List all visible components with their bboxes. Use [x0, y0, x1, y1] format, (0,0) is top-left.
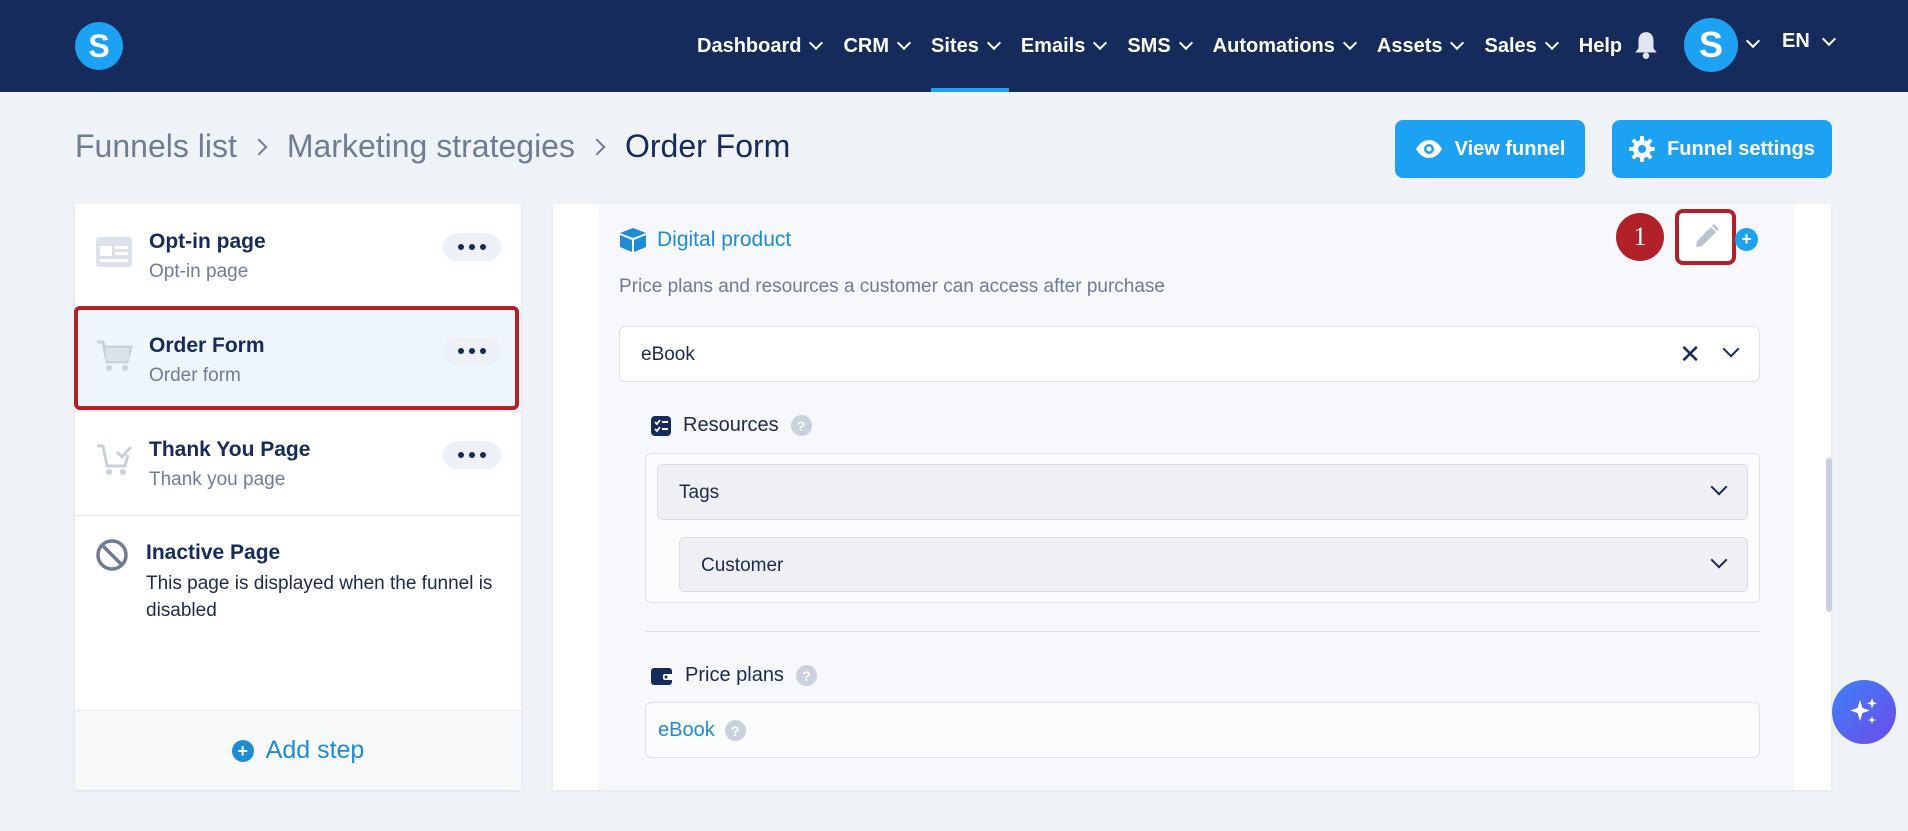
nav-item-dashboard[interactable]: Dashboard — [697, 0, 831, 92]
price-plans-label: Price plans ? — [651, 664, 817, 687]
wallet-icon — [651, 667, 673, 685]
top-navigation-bar: S Dashboard CRM Sites Emails SMS Automat… — [0, 0, 1908, 92]
add-step-button[interactable]: + Add step — [75, 710, 521, 790]
checklist-icon — [651, 415, 671, 436]
sparkles-icon — [1850, 698, 1877, 724]
nav-item-sales[interactable]: Sales — [1484, 0, 1566, 92]
price-plan-name: eBook — [658, 719, 715, 741]
app-logo[interactable]: S — [75, 22, 123, 70]
chevron-down-icon — [809, 35, 824, 51]
price-plan-link[interactable]: eBook ? — [658, 719, 746, 742]
selected-product-value: eBook — [641, 344, 695, 365]
language-selector[interactable]: EN — [1782, 30, 1836, 53]
cart-icon — [97, 340, 133, 371]
resources-label-text: Resources — [683, 414, 779, 436]
breadcrumb-marketing-strategies[interactable]: Marketing strategies — [287, 128, 575, 165]
funnel-settings-button[interactable]: Funnel settings — [1612, 120, 1832, 178]
funnel-settings-label: Funnel settings — [1667, 137, 1815, 160]
step-subtitle: Order form — [149, 365, 241, 386]
help-icon[interactable]: ? — [795, 665, 817, 686]
section-divider — [645, 631, 1760, 632]
inactive-page-description: This page is displayed when the funnel i… — [146, 573, 493, 621]
chevron-down-icon — [1178, 35, 1193, 51]
inactive-page-title: Inactive Page — [146, 541, 281, 564]
user-avatar[interactable]: S — [1684, 18, 1738, 72]
plus-circle-icon: + — [231, 739, 254, 762]
add-product-button[interactable]: + — [1735, 228, 1758, 251]
help-icon[interactable]: ? — [790, 415, 812, 436]
step-subtitle: Opt-in page — [149, 261, 249, 282]
chevron-down-icon — [1710, 478, 1728, 496]
chevron-down-icon[interactable] — [1722, 340, 1740, 358]
resources-label: Resources ? — [651, 414, 812, 437]
nav-item-sites[interactable]: Sites — [931, 0, 1009, 92]
ai-assistant-button[interactable] — [1832, 680, 1896, 744]
breadcrumb-funnels-list[interactable]: Funnels list — [75, 128, 237, 165]
nav-item-automations[interactable]: Automations — [1213, 0, 1365, 92]
step-opt-in-page[interactable]: Opt-in page Opt-in page — [75, 204, 521, 308]
chevron-down-icon — [1544, 35, 1559, 51]
step-title: Opt-in page — [149, 230, 266, 253]
chevron-down-icon — [1342, 35, 1357, 51]
digital-product-title: Digital product — [657, 228, 792, 251]
nav-item-help[interactable]: Help — [1579, 0, 1632, 92]
cart-check-icon — [97, 444, 133, 475]
digital-product-heading: Digital product — [619, 227, 791, 253]
funnel-steps-panel: Opt-in page Opt-in page Order Form Order… — [75, 204, 521, 790]
breadcrumb: Funnels list Marketing strategies Order … — [75, 128, 790, 165]
chevron-down-icon — [1710, 551, 1728, 569]
chevron-down-icon — [1450, 35, 1465, 51]
price-plans-box: eBook ? — [645, 702, 1760, 758]
scrollbar-thumb[interactable] — [1826, 458, 1832, 612]
help-icon[interactable]: ? — [724, 720, 746, 741]
resource-value-select[interactable]: Customer — [679, 537, 1748, 592]
chevron-down-icon — [1093, 35, 1108, 51]
step-order-form[interactable]: Order Form Order form — [75, 308, 521, 412]
step-title: Order Form — [149, 334, 265, 357]
step-inactive-page[interactable]: Inactive Page This page is displayed whe… — [75, 516, 521, 716]
resource-type-value: Tags — [679, 482, 720, 503]
more-options-button[interactable] — [443, 337, 501, 365]
digital-product-description: Price plans and resources a customer can… — [619, 276, 1165, 297]
chevron-down-icon — [1821, 31, 1836, 46]
clear-icon[interactable]: ✕ — [1679, 339, 1701, 370]
step-thank-you-page[interactable]: Thank You Page Thank you page — [75, 412, 521, 516]
chevron-down-icon — [986, 35, 1001, 51]
opt-in-page-icon — [96, 237, 132, 267]
breadcrumb-current-page: Order Form — [624, 128, 791, 164]
view-funnel-button[interactable]: View funnel — [1395, 120, 1585, 178]
edit-button[interactable] — [1675, 209, 1736, 265]
chevron-down-icon[interactable] — [1745, 33, 1761, 49]
more-options-button[interactable] — [443, 233, 501, 261]
bell-icon[interactable] — [1633, 30, 1659, 60]
step-subtitle: Thank you page — [149, 469, 286, 490]
nav-item-sms[interactable]: SMS — [1127, 0, 1200, 92]
disabled-icon — [96, 539, 128, 571]
resource-value: Customer — [701, 555, 784, 576]
eye-icon — [1415, 140, 1442, 158]
nav-item-emails[interactable]: Emails — [1021, 0, 1115, 92]
price-plans-label-text: Price plans — [685, 664, 784, 686]
chevron-down-icon — [896, 35, 912, 51]
pencil-icon — [1695, 224, 1719, 247]
main-nav: Dashboard CRM Sites Emails SMS Automatio… — [697, 0, 1644, 92]
nav-item-crm[interactable]: CRM — [843, 0, 919, 92]
step-title: Thank You Page — [149, 438, 311, 461]
chevron-right-icon — [588, 138, 606, 155]
add-step-label: Add step — [265, 736, 365, 764]
box-icon — [620, 228, 646, 252]
annotation-marker: 1 — [1616, 213, 1664, 261]
gear-icon — [1629, 136, 1656, 162]
view-funnel-label: View funnel — [1454, 137, 1566, 160]
more-options-button[interactable] — [443, 441, 501, 469]
nav-item-assets[interactable]: Assets — [1377, 0, 1473, 92]
chevron-right-icon — [250, 138, 268, 155]
digital-product-select[interactable]: eBook ✕ — [619, 326, 1760, 382]
resource-type-select[interactable]: Tags — [657, 464, 1748, 520]
